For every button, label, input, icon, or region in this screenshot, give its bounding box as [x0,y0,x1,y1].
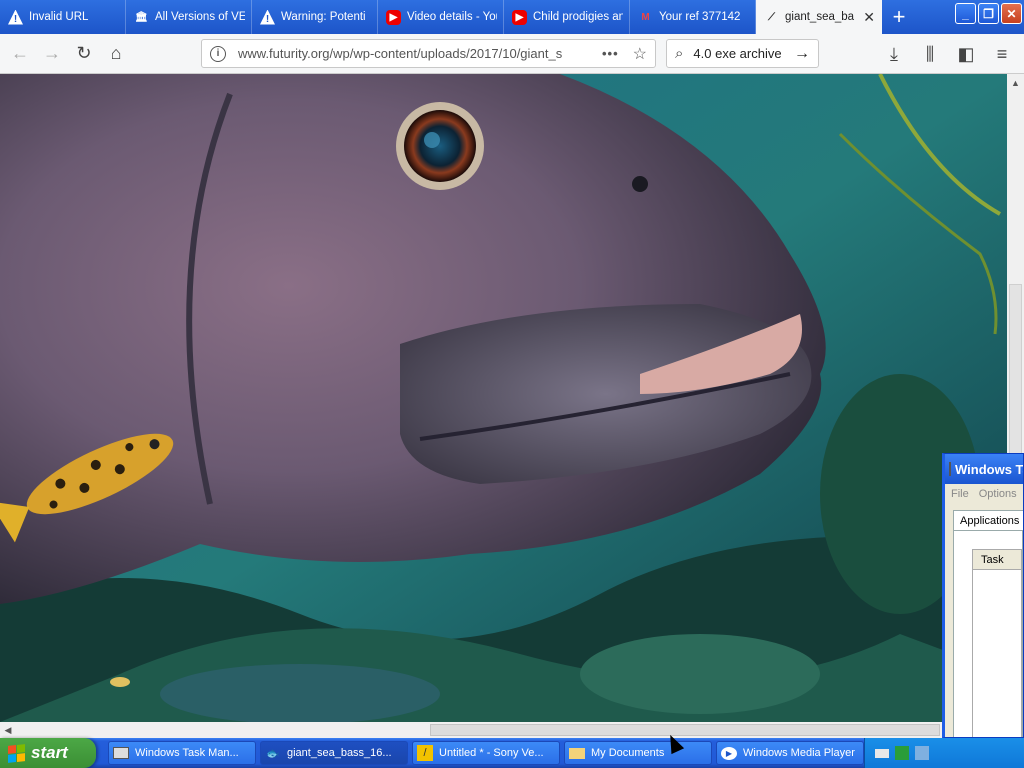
taskbar-item-firefox[interactable]: 🐟 giant_sea_bass_16... [260,741,408,765]
windows-logo-icon [8,743,25,763]
task-manager-window[interactable]: Windows Task Manager File Options Applic… [942,453,1024,738]
tab-label: Invalid URL [29,11,89,23]
vegas-icon: / [417,745,433,761]
taskbar-item-my-documents[interactable]: My Documents [564,741,712,765]
taskbar-item-label: Windows Media Player [743,747,855,759]
taskmgr-icon [949,462,951,476]
download-icon: ⤓ [890,43,898,64]
search-go-icon[interactable]: → [794,45,810,63]
system-tray [864,738,1024,768]
search-bar[interactable]: ⌕ 4.0 exe archive → [666,39,819,68]
tab-label: Warning: Potenti [281,11,366,23]
page-image [0,74,1007,722]
tab-label: Child prodigies an [533,11,623,23]
close-window-button[interactable]: ✕ [1001,3,1022,24]
taskmgr-icon [113,747,129,759]
forward-button[interactable]: → [36,38,68,70]
reload-icon: ↻ [76,43,92,63]
back-button[interactable]: ← [4,38,36,70]
tab-label: giant_sea_ba [785,11,855,23]
scroll-up-icon[interactable]: ▲ [1007,74,1024,91]
taskbar-item-media-player[interactable]: ▶ Windows Media Player [716,741,864,765]
home-icon: ⌂ [110,43,122,63]
tab-label: Your ref 377142 [659,11,741,23]
gmail-icon: M [641,11,650,23]
reload-button[interactable]: ↻ [68,38,100,70]
start-label: start [31,743,68,762]
futurity-icon: ⟋ [768,11,775,23]
tab-all-versions[interactable]: 🏛 All Versions of VE [126,0,252,34]
task-manager-title: Windows Task Manager [955,461,1023,477]
scroll-left-icon[interactable]: ◀ [0,722,16,738]
forward-arrow-icon: → [43,43,61,63]
tab-warning[interactable]: ! Warning: Potenti [252,0,378,34]
network-icon[interactable] [915,746,929,760]
tray-app-icon[interactable] [895,746,909,760]
warning-icon: ! [8,9,23,25]
tab-child-prodigies[interactable]: ▶ Child prodigies an [504,0,630,34]
menu-file[interactable]: File [951,488,969,500]
bookmark-star-icon[interactable]: ☆ [633,44,647,64]
tab-label: Video details - You [407,11,497,23]
home-button[interactable]: ⌂ [100,38,132,70]
folder-icon [569,747,585,759]
restore-button[interactable]: ❐ [978,3,999,24]
column-task[interactable]: Task [973,550,1021,570]
firefox-icon: 🐟 [266,747,280,760]
navigation-bar: ← → ↻ ⌂ i www.futurity.org/wp/wp-content… [0,34,1024,74]
search-icon: ⌕ [675,45,684,62]
horizontal-scrollbar[interactable]: ◀ [0,722,942,738]
sidebar-button[interactable]: ◧ [950,38,982,70]
taskbar-item-label: giant_sea_bass_16... [287,747,392,759]
mediaplayer-icon: ▶ [721,746,737,760]
taskbar-item-label: Windows Task Man... [135,747,239,759]
tab-video-details[interactable]: ▶ Video details - You [378,0,504,34]
taskbar-items: Windows Task Man... 🐟 giant_sea_bass_16.… [108,741,864,765]
warning-icon: ! [260,9,275,25]
taskbar-item-task-manager[interactable]: Windows Task Man... [108,741,256,765]
close-tab-icon[interactable]: ✕ [863,9,875,26]
giant-sea-bass-photo [0,74,1007,722]
menu-button[interactable]: ≡ [986,38,1018,70]
tab-strip: ! Invalid URL 🏛 All Versions of VE ! War… [0,0,1024,34]
url-text[interactable]: www.futurity.org/wp/wp-content/uploads/2… [238,46,594,61]
info-icon[interactable]: i [210,45,226,62]
taskbar: start Windows Task Man... 🐟 giant_sea_ba… [0,738,1024,768]
taskbar-item-label: Untitled * - Sony Ve... [439,747,544,759]
hamburger-menu-icon: ≡ [996,43,1008,64]
tab-giant-sea-bass[interactable]: ⟋ giant_sea_ba ✕ [756,0,882,34]
back-arrow-icon: ← [11,43,29,63]
taskbar-item-vegas[interactable]: / Untitled * - Sony Ve... [412,741,560,765]
tab-your-ref[interactable]: M Your ref 377142 [630,0,756,34]
horizontal-scroll-thumb[interactable] [430,724,940,736]
download-button[interactable]: ⤓ [878,38,910,70]
tab-invalid-url[interactable]: ! Invalid URL [0,0,126,34]
keyboard-icon[interactable] [875,748,889,758]
start-button[interactable]: start [0,738,96,768]
sidebar-icon: ◧ [957,43,975,64]
window-controls: _ ❐ ✕ [955,3,1022,24]
task-list[interactable]: Task [972,549,1022,737]
task-manager-titlebar[interactable]: Windows Task Manager [945,454,1023,484]
new-tab-button[interactable]: + [882,0,916,34]
page-actions-icon[interactable]: ••• [602,46,619,61]
tab-label: All Versions of VE [155,11,245,23]
archive-icon: 🏛 [135,11,148,23]
library-button[interactable]: ⫼ [914,38,946,70]
search-input[interactable]: 4.0 exe archive [693,46,781,61]
taskbar-item-label: My Documents [591,747,665,759]
tab-applications[interactable]: Applications [953,510,1023,530]
menu-options[interactable]: Options [979,488,1017,500]
minimize-button[interactable]: _ [955,3,976,24]
youtube-icon: ▶ [512,9,527,25]
task-manager-menu: File Options [945,484,1023,504]
toolbar-icons: ⤓ ⫼ ◧ ≡ [878,38,1018,70]
task-manager-body: Task [953,530,1023,737]
address-bar[interactable]: i www.futurity.org/wp/wp-content/uploads… [201,39,656,68]
library-icon: ⫼ [925,43,935,64]
youtube-icon: ▶ [386,9,401,25]
